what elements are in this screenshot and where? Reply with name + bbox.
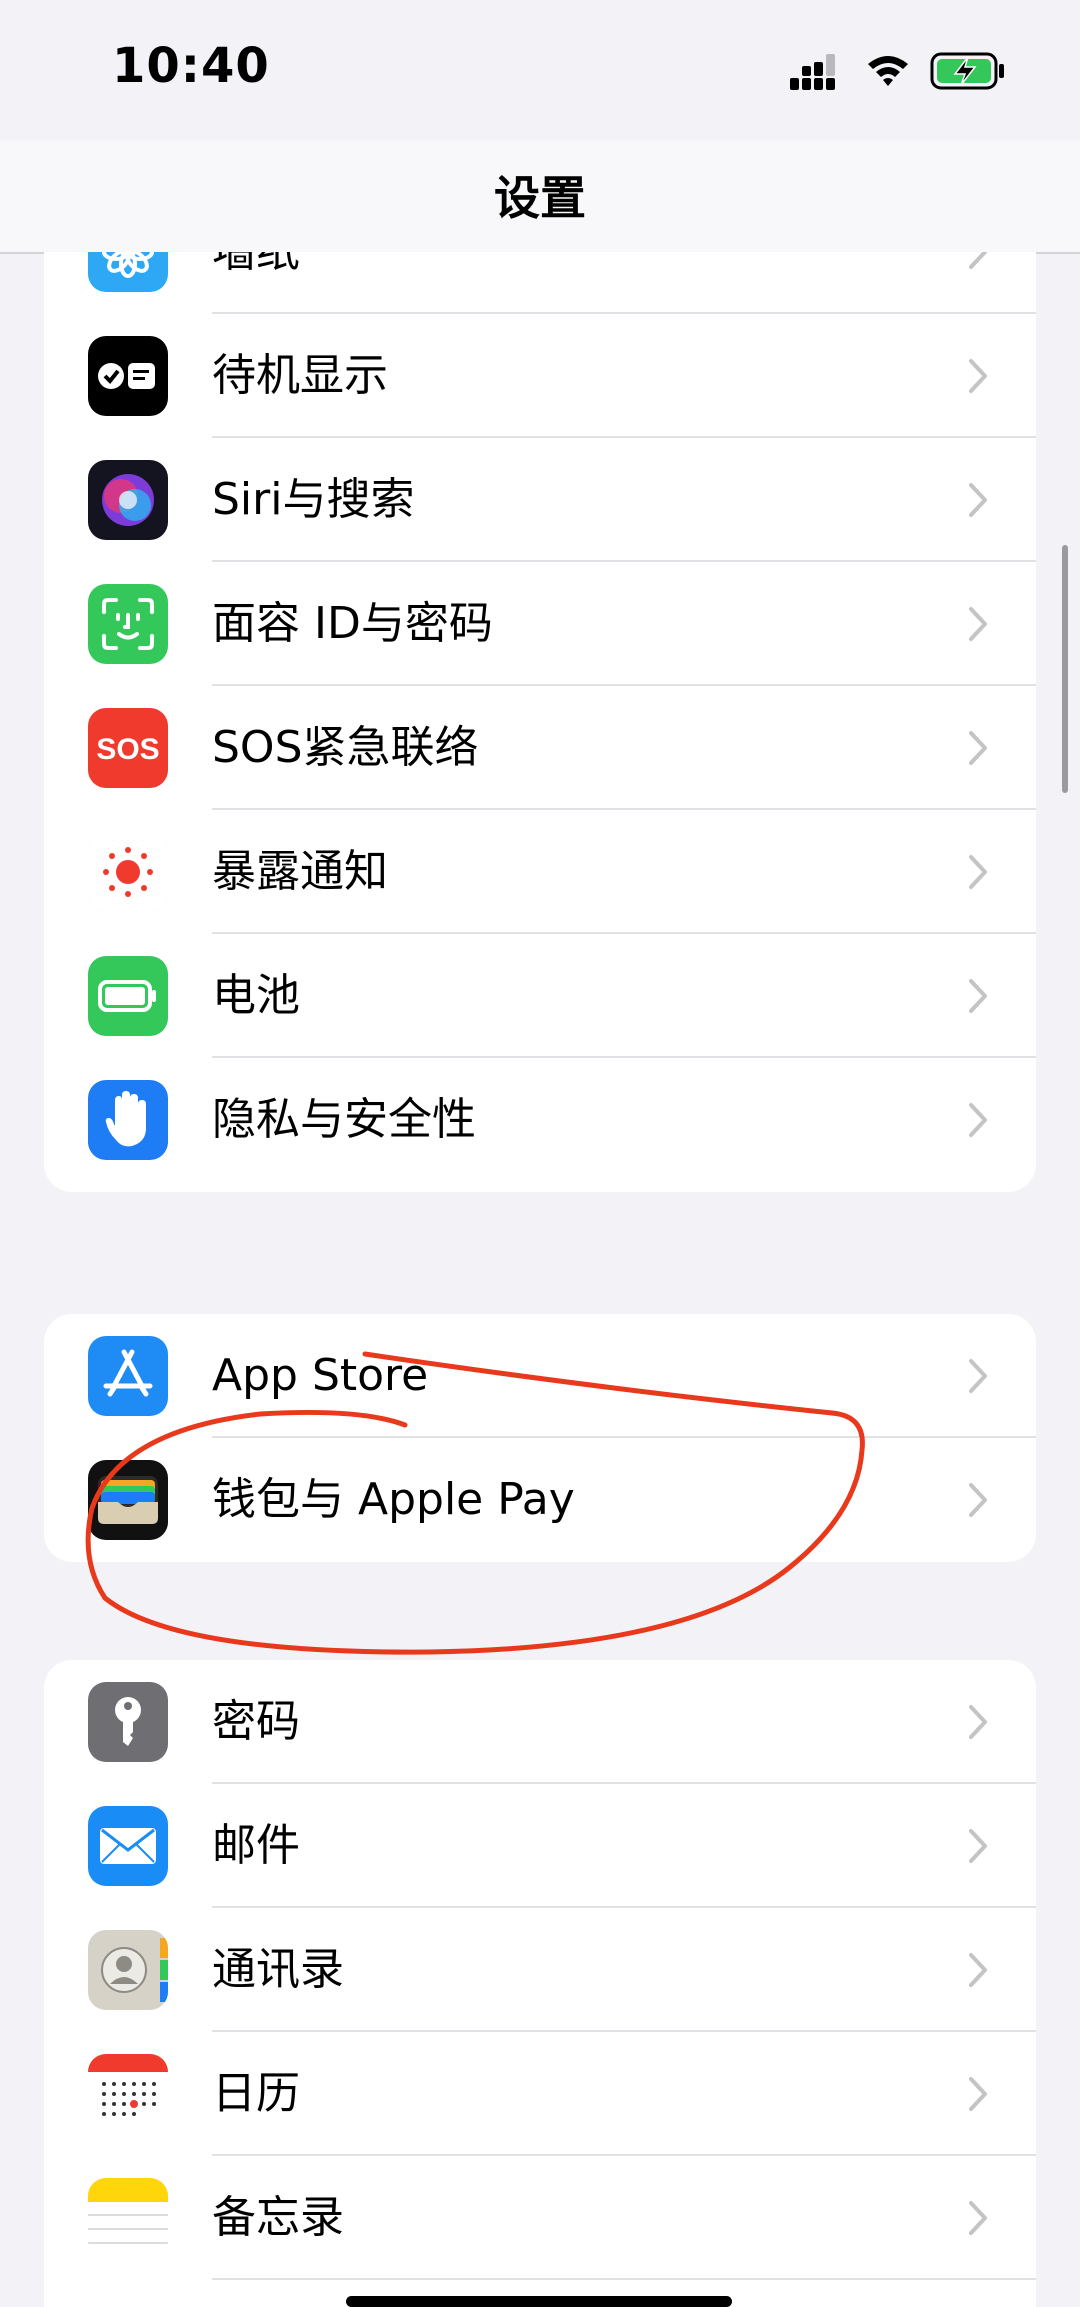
chevron-right-icon: [969, 731, 987, 765]
settings-row-wallpaper[interactable]: 墙纸: [44, 252, 1036, 314]
navigation-bar: 设置: [0, 140, 1080, 254]
chevron-right-icon: [969, 1483, 987, 1517]
settings-row-label: 电池: [212, 970, 300, 1021]
exposure-icon: [88, 832, 168, 912]
chevron-right-icon: [969, 252, 987, 269]
settings-row-sos[interactable]: SOS SOS紧急联络: [44, 686, 1036, 810]
wallpaper-icon: [88, 252, 168, 292]
app-store-icon: [88, 1336, 168, 1416]
settings-row-calendar[interactable]: 日历: [44, 2032, 1036, 2156]
chevron-right-icon: [969, 2077, 987, 2111]
cellular-signal-icon: [790, 54, 835, 90]
settings-row-standby[interactable]: 待机显示: [44, 314, 1036, 438]
settings-row-battery[interactable]: 电池: [44, 934, 1036, 1058]
siri-icon: [88, 460, 168, 540]
settings-row-exposure[interactable]: 暴露通知: [44, 810, 1036, 934]
scroll-indicator[interactable]: [1062, 545, 1068, 793]
status-time: 10:40: [112, 38, 270, 94]
chevron-right-icon: [969, 607, 987, 641]
contacts-icon: [88, 1930, 168, 2010]
settings-group-apps: 密码 邮件 通讯录 日历 备忘录: [44, 1660, 1036, 2307]
calendar-icon: [88, 2054, 168, 2134]
settings-row-label: Siri与搜索: [212, 474, 415, 525]
page-title: 设置: [494, 171, 586, 225]
notes-icon: [88, 2178, 168, 2258]
chevron-right-icon: [969, 1953, 987, 1987]
settings-group-system: 墙纸 待机显示: [44, 252, 1036, 1192]
settings-row-label: 待机显示: [212, 350, 388, 401]
chevron-right-icon: [969, 979, 987, 1013]
face-id-icon: [88, 584, 168, 664]
settings-row-contacts[interactable]: 通讯录: [44, 1908, 1036, 2032]
settings-row-label: App Store: [212, 1350, 429, 1401]
chevron-right-icon: [969, 1103, 987, 1137]
battery-icon: [88, 956, 168, 1036]
settings-row-mail[interactable]: 邮件: [44, 1784, 1036, 1908]
mail-icon: [88, 1806, 168, 1886]
settings-row-app-store[interactable]: App Store: [44, 1314, 1036, 1438]
settings-row-label: 隐私与安全性: [212, 1094, 476, 1145]
battery-charging-icon: [930, 52, 1004, 90]
wifi-icon: [868, 56, 908, 86]
settings-row-label: 邮件: [212, 1820, 300, 1871]
settings-row-label: 钱包与 Apple Pay: [212, 1474, 575, 1525]
settings-row-label: SOS紧急联络: [212, 722, 479, 773]
wallet-icon: [88, 1460, 168, 1540]
standby-icon: [88, 336, 168, 416]
chevron-right-icon: [969, 483, 987, 517]
chevron-right-icon: [969, 359, 987, 393]
settings-row-notes[interactable]: 备忘录: [44, 2156, 1036, 2280]
settings-row-label: 日历: [212, 2068, 300, 2119]
settings-row-label: 通讯录: [212, 1944, 344, 1995]
chevron-right-icon: [969, 1359, 987, 1393]
settings-row-siri[interactable]: Siri与搜索: [44, 438, 1036, 562]
key-icon: [88, 1682, 168, 1762]
settings-row-wallet[interactable]: 钱包与 Apple Pay: [44, 1438, 1036, 1562]
settings-row-face-id[interactable]: 面容 ID与密码: [44, 562, 1036, 686]
chevron-right-icon: [969, 2201, 987, 2235]
sos-icon: SOS: [88, 708, 168, 788]
status-bar: 10:40: [0, 0, 1080, 140]
svg-text:SOS: SOS: [96, 733, 159, 766]
settings-row-passwords[interactable]: 密码: [44, 1660, 1036, 1784]
settings-group-store: App Store 钱包与 Apple Pay: [44, 1314, 1036, 1562]
settings-row-label: 备忘录: [212, 2192, 344, 2243]
row-separator: [212, 2278, 1036, 2280]
settings-row-label: 暴露通知: [212, 846, 388, 897]
home-indicator[interactable]: [346, 2296, 732, 2307]
chevron-right-icon: [969, 1829, 987, 1863]
settings-row-label: 密码: [212, 1696, 300, 1747]
chevron-right-icon: [969, 855, 987, 889]
privacy-hand-icon: [88, 1080, 168, 1160]
settings-row-label: 墙纸: [212, 252, 300, 314]
settings-row-label: 面容 ID与密码: [212, 598, 493, 649]
settings-row-privacy[interactable]: 隐私与安全性: [44, 1058, 1036, 1182]
chevron-right-icon: [969, 1705, 987, 1739]
